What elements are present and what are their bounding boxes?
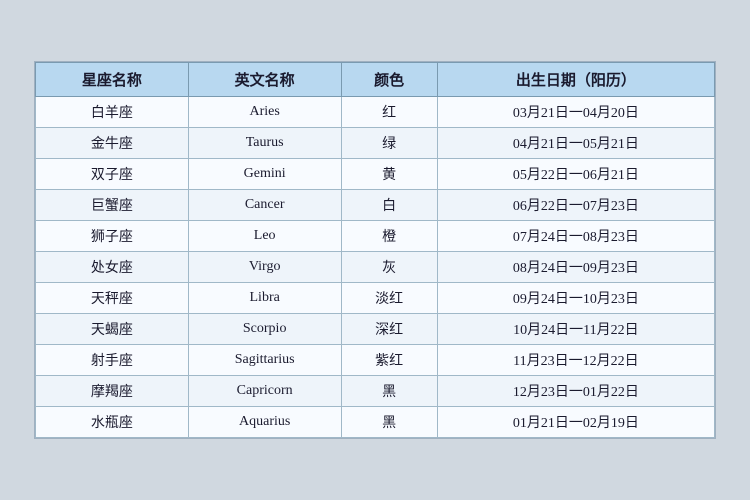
cell-dates: 06月22日一07月23日 bbox=[437, 190, 714, 221]
cell-dates: 11月23日一12月22日 bbox=[437, 345, 714, 376]
table-row: 水瓶座Aquarius黑01月21日一02月19日 bbox=[36, 407, 715, 438]
table-row: 巨蟹座Cancer白06月22日一07月23日 bbox=[36, 190, 715, 221]
header-chinese-name: 星座名称 bbox=[36, 63, 189, 97]
cell-dates: 01月21日一02月19日 bbox=[437, 407, 714, 438]
cell-dates: 12月23日一01月22日 bbox=[437, 376, 714, 407]
cell-chinese-name: 狮子座 bbox=[36, 221, 189, 252]
cell-color: 白 bbox=[341, 190, 437, 221]
table-row: 狮子座Leo橙07月24日一08月23日 bbox=[36, 221, 715, 252]
cell-chinese-name: 摩羯座 bbox=[36, 376, 189, 407]
table-header-row: 星座名称 英文名称 颜色 出生日期（阳历） bbox=[36, 63, 715, 97]
table-row: 天秤座Libra淡红09月24日一10月23日 bbox=[36, 283, 715, 314]
cell-color: 黑 bbox=[341, 376, 437, 407]
cell-english-name: Aquarius bbox=[188, 407, 341, 438]
table-row: 射手座Sagittarius紫红11月23日一12月22日 bbox=[36, 345, 715, 376]
cell-color: 黑 bbox=[341, 407, 437, 438]
table-row: 白羊座Aries红03月21日一04月20日 bbox=[36, 97, 715, 128]
table-row: 处女座Virgo灰08月24日一09月23日 bbox=[36, 252, 715, 283]
table-body: 白羊座Aries红03月21日一04月20日金牛座Taurus绿04月21日一0… bbox=[36, 97, 715, 438]
table-row: 双子座Gemini黄05月22日一06月21日 bbox=[36, 159, 715, 190]
cell-chinese-name: 白羊座 bbox=[36, 97, 189, 128]
cell-english-name: Cancer bbox=[188, 190, 341, 221]
cell-english-name: Aries bbox=[188, 97, 341, 128]
cell-english-name: Gemini bbox=[188, 159, 341, 190]
table-row: 金牛座Taurus绿04月21日一05月21日 bbox=[36, 128, 715, 159]
zodiac-table: 星座名称 英文名称 颜色 出生日期（阳历） 白羊座Aries红03月21日一04… bbox=[35, 62, 715, 438]
cell-color: 深红 bbox=[341, 314, 437, 345]
cell-chinese-name: 水瓶座 bbox=[36, 407, 189, 438]
cell-dates: 08月24日一09月23日 bbox=[437, 252, 714, 283]
cell-dates: 04月21日一05月21日 bbox=[437, 128, 714, 159]
cell-english-name: Sagittarius bbox=[188, 345, 341, 376]
cell-chinese-name: 天秤座 bbox=[36, 283, 189, 314]
cell-chinese-name: 双子座 bbox=[36, 159, 189, 190]
cell-dates: 09月24日一10月23日 bbox=[437, 283, 714, 314]
cell-color: 红 bbox=[341, 97, 437, 128]
cell-color: 橙 bbox=[341, 221, 437, 252]
header-dates: 出生日期（阳历） bbox=[437, 63, 714, 97]
cell-english-name: Virgo bbox=[188, 252, 341, 283]
cell-english-name: Taurus bbox=[188, 128, 341, 159]
cell-dates: 10月24日一11月22日 bbox=[437, 314, 714, 345]
cell-chinese-name: 巨蟹座 bbox=[36, 190, 189, 221]
cell-dates: 07月24日一08月23日 bbox=[437, 221, 714, 252]
header-english-name: 英文名称 bbox=[188, 63, 341, 97]
cell-english-name: Capricorn bbox=[188, 376, 341, 407]
cell-color: 灰 bbox=[341, 252, 437, 283]
cell-dates: 03月21日一04月20日 bbox=[437, 97, 714, 128]
cell-english-name: Leo bbox=[188, 221, 341, 252]
cell-color: 黄 bbox=[341, 159, 437, 190]
cell-color: 紫红 bbox=[341, 345, 437, 376]
cell-chinese-name: 处女座 bbox=[36, 252, 189, 283]
table-row: 天蝎座Scorpio深红10月24日一11月22日 bbox=[36, 314, 715, 345]
cell-chinese-name: 金牛座 bbox=[36, 128, 189, 159]
cell-english-name: Scorpio bbox=[188, 314, 341, 345]
zodiac-table-container: 星座名称 英文名称 颜色 出生日期（阳历） 白羊座Aries红03月21日一04… bbox=[34, 61, 716, 439]
cell-dates: 05月22日一06月21日 bbox=[437, 159, 714, 190]
cell-color: 淡红 bbox=[341, 283, 437, 314]
cell-english-name: Libra bbox=[188, 283, 341, 314]
header-color: 颜色 bbox=[341, 63, 437, 97]
cell-color: 绿 bbox=[341, 128, 437, 159]
cell-chinese-name: 射手座 bbox=[36, 345, 189, 376]
table-row: 摩羯座Capricorn黑12月23日一01月22日 bbox=[36, 376, 715, 407]
cell-chinese-name: 天蝎座 bbox=[36, 314, 189, 345]
